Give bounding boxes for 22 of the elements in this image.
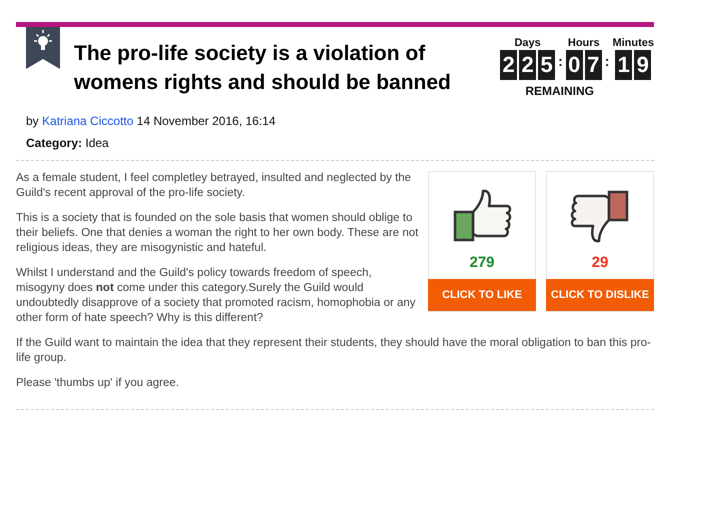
time-unit-label: Days (514, 37, 541, 50)
body-paragraph: As a female student, I feel completley betrayed, insulted and neglected by the Guild's recent approval of the pro-life society. (16, 171, 412, 201)
body-paragraph: Whilst I understand and the Guild's policy towards freedom of speech, misogyny does not come under this category.Surely the Guild would undoubtedly disapprove of a society that promoted racism, homophobia or any other form of hate speech? Why is this different? (16, 266, 417, 326)
thumbs-up-icon (451, 188, 513, 244)
idea-title: The pro-life society is a violation of womens rights and should be banned (74, 41, 452, 96)
lightbulb-bookmark-icon (26, 27, 60, 69)
time-unit-label: Minutes (612, 37, 654, 50)
like-button[interactable]: CLICK TO LIKE (428, 279, 536, 311)
time-unit-label: Hours (568, 37, 600, 50)
dislike-button[interactable]: CLICK TO DISLIKE (546, 279, 654, 311)
body-paragraph: This is a society that is founded on the sole basis that women should oblige to their beliefs. One that denies a woman the right to her own body. These are not religious ideas, they are misogynistic and hateful. (16, 211, 420, 256)
byline-prefix: by (26, 114, 39, 128)
body-paragraph: Please 'thumbs up' if you agree. (16, 376, 180, 391)
vote-count: 29 (592, 253, 608, 273)
post-date: 14 November 2016, 16:14 (136, 114, 276, 128)
author-link[interactable]: Katriana Ciccotto (42, 114, 134, 128)
remaining-label: REMAINING (525, 83, 594, 100)
category-value: Idea (85, 136, 109, 150)
body-paragraph: If the Guild want to maintain the idea that they represent their students, they should have the moral obligation to ban this pro-life group. (16, 336, 652, 366)
thumbs-down-icon (569, 188, 631, 244)
vote-count: 279 (469, 253, 495, 273)
category-label: Category: (26, 136, 82, 150)
